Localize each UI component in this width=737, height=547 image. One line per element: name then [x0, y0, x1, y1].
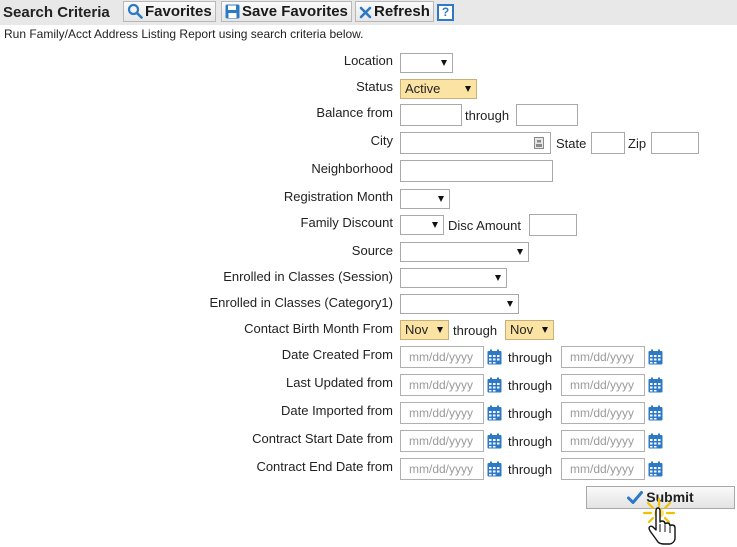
registration-month-select[interactable]: [400, 189, 450, 209]
floppy-disk-icon: [225, 4, 240, 19]
calendar-icon[interactable]: [487, 461, 502, 482]
date-imported-through-input[interactable]: mm/dd/yyyy: [561, 402, 645, 424]
calendar-icon[interactable]: [487, 377, 502, 398]
family-discount-label: Family Discount: [300, 215, 393, 230]
page-subtitle: Run Family/Acct Address Listing Report u…: [4, 27, 364, 41]
contract-start-from-input[interactable]: mm/dd/yyyy: [400, 430, 484, 452]
state-label: State: [556, 136, 587, 151]
through-label: through: [508, 406, 553, 421]
source-label: Source: [351, 243, 393, 258]
chevron-down-icon: [437, 327, 443, 333]
status-select[interactable]: Active: [400, 79, 477, 99]
source-select[interactable]: [400, 242, 529, 262]
status-value: Active: [405, 81, 441, 96]
save-favorites-button[interactable]: Save Favorites: [221, 1, 352, 22]
balance-from-input[interactable]: [400, 104, 462, 126]
enrolled-category-label: Enrolled in Classes (Category1): [209, 295, 393, 310]
date-created-label: Date Created From: [281, 347, 393, 362]
zip-label: Zip: [628, 136, 647, 151]
last-updated-from-input[interactable]: mm/dd/yyyy: [400, 374, 484, 396]
enrolled-category-select[interactable]: [400, 294, 519, 314]
calendar-icon[interactable]: [648, 405, 663, 426]
contract-end-through-input[interactable]: mm/dd/yyyy: [561, 458, 645, 480]
state-input[interactable]: [591, 132, 625, 154]
chevron-down-icon: [542, 327, 548, 333]
calendar-icon[interactable]: [487, 349, 502, 370]
birth-month-to-select[interactable]: Nov: [505, 320, 554, 340]
city-input[interactable]: [400, 132, 551, 154]
chevron-down-icon: [507, 301, 513, 307]
through-label: through: [453, 323, 498, 338]
neighborhood-input[interactable]: [400, 160, 553, 182]
registration-month-label: Registration Month: [283, 189, 393, 204]
through-label: through: [508, 378, 553, 393]
page-title: Search Criteria: [3, 4, 110, 21]
location-label: Location: [343, 53, 393, 68]
last-updated-label: Last Updated from: [286, 375, 393, 390]
birth-month-to-value: Nov: [510, 322, 534, 337]
chevron-down-icon: [438, 196, 444, 202]
date-created-through-input[interactable]: mm/dd/yyyy: [561, 346, 645, 368]
click-cursor-icon: [642, 497, 676, 545]
contract-start-label: Contract Start Date from: [252, 431, 393, 446]
refresh-label: Refresh: [374, 3, 430, 20]
birth-month-from-select[interactable]: Nov: [400, 320, 449, 340]
chevron-down-icon: [517, 249, 523, 255]
chevron-down-icon: [465, 86, 471, 92]
chevron-down-icon: [432, 222, 438, 228]
calendar-icon[interactable]: [648, 461, 663, 482]
contract-end-label: Contract End Date from: [256, 459, 393, 474]
contract-end-from-input[interactable]: mm/dd/yyyy: [400, 458, 484, 480]
calendar-icon[interactable]: [487, 433, 502, 454]
chevron-down-icon: [441, 60, 447, 66]
birth-month-from-value: Nov: [405, 322, 429, 337]
save-favorites-label: Save Favorites: [242, 3, 348, 20]
balance-through-input[interactable]: [516, 104, 578, 126]
chevron-down-icon: [495, 275, 501, 281]
date-imported-label: Date Imported from: [281, 403, 393, 418]
date-created-from-input[interactable]: mm/dd/yyyy: [400, 346, 484, 368]
calendar-icon[interactable]: [648, 377, 663, 398]
contract-start-through-input[interactable]: mm/dd/yyyy: [561, 430, 645, 452]
calendar-icon[interactable]: [487, 405, 502, 426]
through-label: through: [508, 434, 553, 449]
through-label: through: [465, 108, 510, 123]
calendar-icon[interactable]: [648, 349, 663, 370]
contact-card-icon: [534, 137, 544, 149]
location-select[interactable]: [400, 53, 453, 73]
disc-amount-input[interactable]: [529, 214, 577, 236]
date-imported-from-input[interactable]: mm/dd/yyyy: [400, 402, 484, 424]
city-label: City: [370, 133, 393, 148]
enrolled-session-select[interactable]: [400, 268, 507, 288]
close-x-icon: [359, 6, 372, 19]
balance-from-label: Balance from: [316, 105, 393, 120]
search-icon: [127, 3, 143, 19]
neighborhood-label: Neighborhood: [311, 161, 393, 176]
family-discount-select[interactable]: [400, 215, 444, 235]
contact-birth-month-label: Contact Birth Month From: [244, 321, 393, 336]
enrolled-session-label: Enrolled in Classes (Session): [223, 269, 393, 284]
refresh-button[interactable]: Refresh: [355, 1, 434, 22]
calendar-icon[interactable]: [648, 433, 663, 454]
zip-input[interactable]: [651, 132, 699, 154]
status-label: Status: [356, 79, 393, 94]
favorites-button[interactable]: Favorites: [123, 1, 216, 22]
through-label: through: [508, 462, 553, 477]
help-button[interactable]: ?: [437, 4, 454, 21]
through-label: through: [508, 350, 553, 365]
disc-amount-label: Disc Amount: [448, 218, 521, 233]
favorites-label: Favorites: [145, 3, 212, 20]
last-updated-through-input[interactable]: mm/dd/yyyy: [561, 374, 645, 396]
